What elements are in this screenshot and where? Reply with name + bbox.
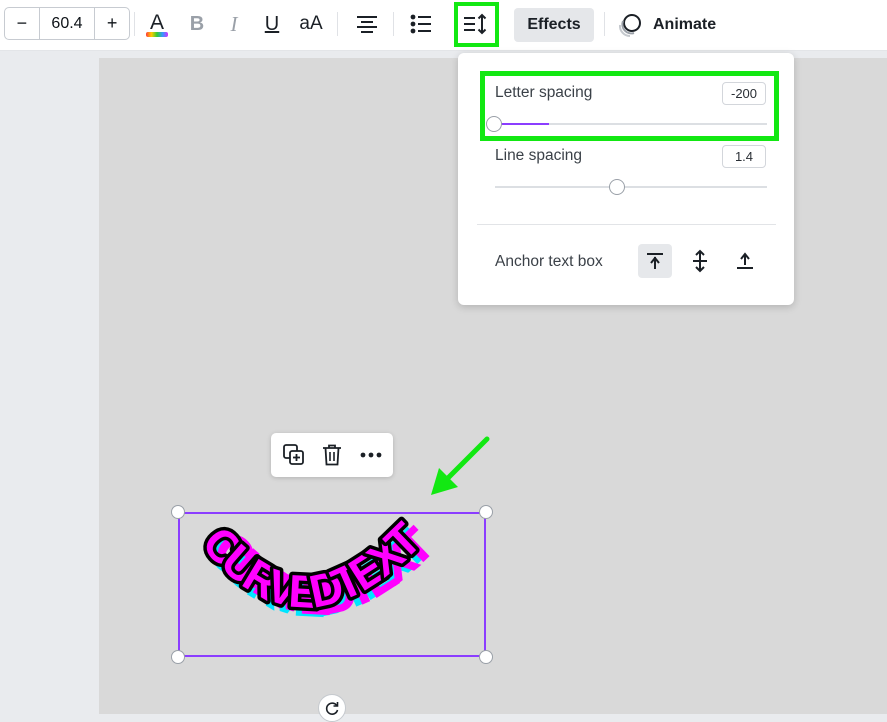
line-spacing-slider-thumb[interactable] [609, 179, 625, 195]
font-size-input[interactable]: 60.4 [38, 8, 96, 39]
toolbar-divider [134, 12, 135, 36]
annotation-arrow-icon [431, 436, 490, 495]
underline-button[interactable]: U [255, 7, 289, 41]
toolbar-divider [393, 12, 394, 36]
selection-box [178, 512, 486, 657]
duplicate-icon [283, 444, 304, 465]
font-size-decrease-button[interactable]: − [5, 8, 39, 39]
resize-handle-bottom-left[interactable] [171, 650, 185, 664]
anchor-bottom-button[interactable] [728, 244, 762, 278]
font-size-increase-button[interactable]: + [95, 8, 129, 39]
text-color-icon: A [146, 11, 168, 37]
text-case-button[interactable]: aA [294, 7, 328, 41]
more-icon [360, 452, 382, 458]
animate-label: Animate [653, 16, 717, 33]
animate-button[interactable]: Animate [617, 8, 716, 42]
resize-handle-top-right[interactable] [479, 505, 493, 519]
anchor-middle-icon [693, 249, 707, 273]
effects-button[interactable]: Effects [514, 8, 594, 42]
toolbar-divider [337, 12, 338, 36]
element-floating-toolbar [271, 433, 393, 477]
text-toolbar: − 60.4 + A B I U aA Effects Animate [0, 0, 887, 51]
duplicate-button[interactable] [277, 438, 311, 472]
workspace-margin [0, 51, 99, 714]
rotate-handle[interactable] [318, 694, 346, 722]
anchor-text-box-label: Anchor text box [495, 253, 603, 270]
align-center-icon [357, 16, 377, 33]
panel-divider [477, 224, 776, 225]
resize-handle-bottom-right[interactable] [479, 650, 493, 664]
line-spacing-track[interactable] [495, 186, 767, 188]
anchor-top-icon [647, 253, 663, 269]
italic-button[interactable]: I [217, 7, 251, 41]
delete-button[interactable] [315, 438, 349, 472]
anchor-bottom-icon [737, 252, 753, 269]
bullet-list-icon [410, 14, 431, 34]
text-color-button[interactable]: A [140, 7, 174, 41]
toolbar-divider [604, 12, 605, 36]
trash-icon [323, 444, 341, 466]
list-button[interactable] [404, 7, 438, 41]
anchor-top-button[interactable] [638, 244, 672, 278]
font-size-stepper: − 60.4 + [4, 7, 130, 40]
line-spacing-label: Line spacing [495, 147, 583, 164]
resize-handle-top-left[interactable] [171, 505, 185, 519]
bold-button[interactable]: B [180, 7, 214, 41]
letter-spacing-highlight [480, 71, 779, 141]
line-spacing-input[interactable]: 1.4 [722, 145, 766, 168]
animate-icon [618, 14, 641, 38]
svg-text:A: A [150, 11, 164, 34]
more-options-button[interactable] [354, 438, 388, 472]
anchor-middle-button[interactable] [683, 244, 717, 278]
alignment-button[interactable] [350, 7, 384, 41]
spacing-button-highlight [454, 2, 499, 47]
